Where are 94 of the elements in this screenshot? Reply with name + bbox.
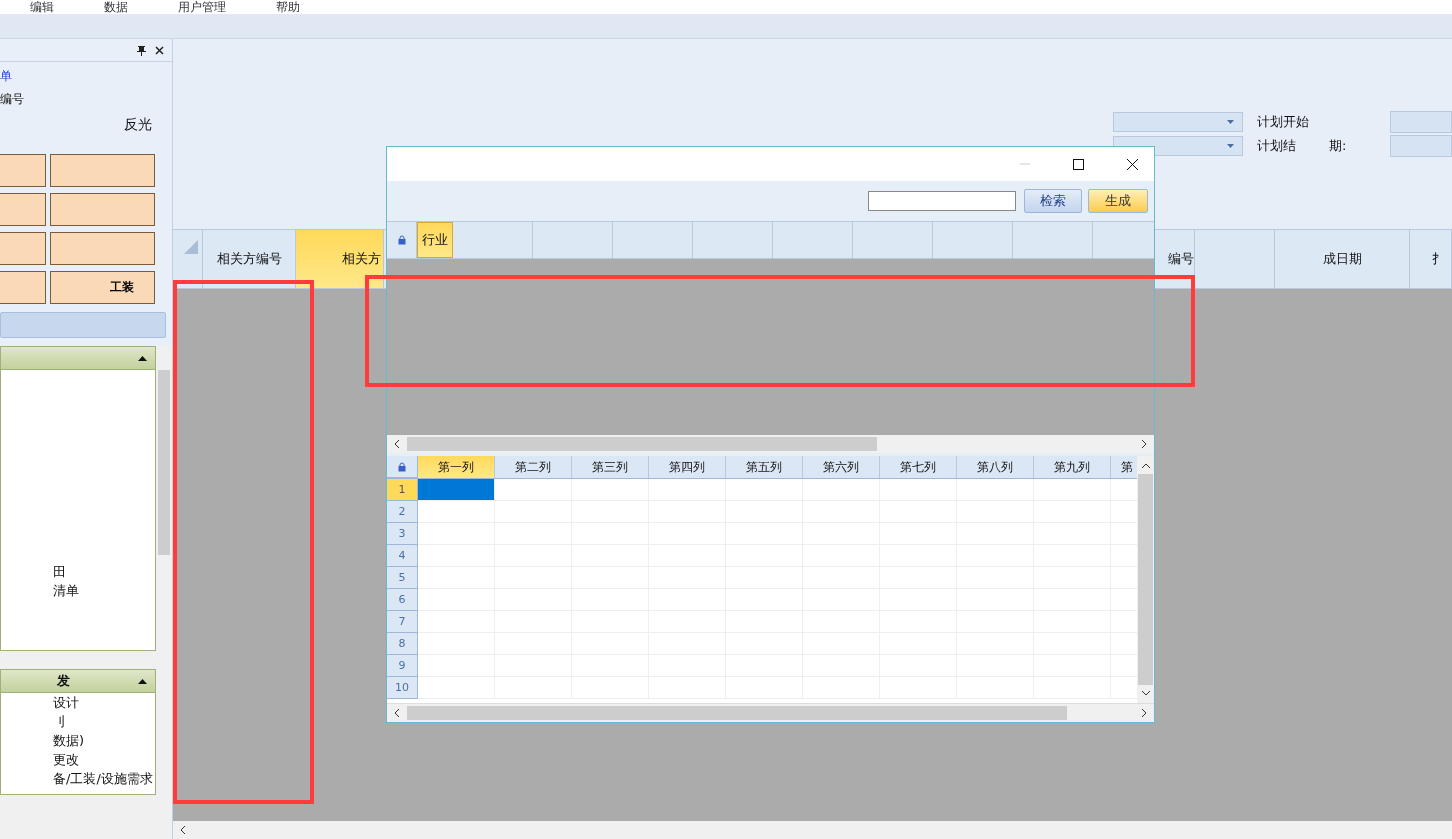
selected-cell[interactable] [418, 479, 495, 501]
field-value: 反光 [124, 116, 152, 134]
row-header[interactable]: 8 [387, 633, 418, 655]
dropdown-icon [1227, 144, 1234, 148]
field-label: 计划开始 [1257, 113, 1309, 131]
scroll-up-icon[interactable] [1141, 462, 1150, 470]
column-header[interactable]: 成日期 [1275, 230, 1410, 288]
table-cell[interactable] [726, 479, 803, 501]
scrollbar[interactable] [173, 821, 1452, 839]
navigation-bar[interactable] [0, 312, 166, 338]
close-icon[interactable] [155, 45, 164, 55]
row-header[interactable]: 2 [387, 501, 418, 523]
table-cell[interactable] [572, 479, 649, 501]
scroll-right-icon[interactable] [1140, 440, 1148, 448]
column-header[interactable]: 行业 [417, 222, 453, 258]
scroll-left-icon[interactable] [393, 709, 401, 717]
section-header[interactable] [0, 346, 156, 370]
tool-button[interactable] [0, 232, 46, 265]
scroll-left-icon[interactable] [393, 440, 401, 448]
table-cell[interactable] [880, 479, 957, 501]
row-header[interactable]: 10 [387, 677, 418, 699]
corner-triangle-icon[interactable] [184, 240, 198, 254]
field-label: 期: [1329, 137, 1347, 155]
column-header[interactable]: 第二列 [495, 456, 572, 478]
scrollbar[interactable] [387, 435, 1154, 453]
table-cell[interactable] [418, 567, 495, 589]
column-header[interactable]: 第一列 [418, 456, 495, 478]
column-header[interactable]: 第四列 [649, 456, 726, 478]
nav-item[interactable]: 数据) [53, 731, 155, 750]
row-header[interactable]: 9 [387, 655, 418, 677]
column-header[interactable]: 第九列 [1034, 456, 1111, 478]
column-header[interactable]: 第八列 [957, 456, 1034, 478]
table-cell[interactable] [649, 479, 726, 501]
scroll-right-icon[interactable] [1140, 709, 1148, 717]
table-cell[interactable] [495, 479, 572, 501]
scrollbar[interactable] [1137, 456, 1154, 703]
nav-item[interactable]: 清单 [53, 581, 155, 600]
table-cell[interactable] [803, 479, 880, 501]
row-header[interactable]: 7 [387, 611, 418, 633]
link[interactable]: 单 [0, 62, 12, 85]
pin-icon[interactable] [137, 44, 146, 56]
menu-item[interactable]: 数据 [104, 0, 128, 14]
table-cell[interactable] [418, 611, 495, 633]
table-cell[interactable] [418, 545, 495, 567]
dropdown-field[interactable] [1113, 112, 1243, 132]
scroll-left-icon[interactable] [179, 826, 187, 834]
search-field[interactable] [868, 191, 1016, 211]
row-header[interactable]: 3 [387, 523, 418, 545]
menu-item[interactable]: 帮助 [276, 0, 300, 14]
nav-item[interactable]: 设计 [53, 693, 155, 712]
tool-button[interactable] [0, 193, 46, 226]
table-cell[interactable] [418, 501, 495, 523]
section-header[interactable]: 发 [0, 669, 156, 693]
column-header[interactable]: 扌 [1410, 230, 1452, 288]
field-label: 编号 [0, 91, 24, 108]
row-header[interactable]: 6 [387, 589, 418, 611]
column-header[interactable]: 第五列 [726, 456, 803, 478]
field-label: 计划结 [1257, 137, 1297, 155]
action-button[interactable]: 检索 [1024, 189, 1082, 213]
tool-button[interactable] [50, 154, 155, 187]
maximize-icon[interactable] [1073, 158, 1084, 170]
date-field[interactable] [1390, 135, 1452, 157]
menu-item[interactable]: 用户管理 [178, 0, 226, 14]
tool-button[interactable] [0, 154, 46, 187]
date-field[interactable] [1390, 111, 1452, 133]
row-header[interactable]: 5 [387, 567, 418, 589]
table-cell[interactable] [418, 655, 495, 677]
action-button[interactable]: 生成 [1088, 189, 1148, 213]
column-header[interactable]: 第七列 [880, 456, 957, 478]
scroll-down-icon[interactable] [1141, 689, 1150, 697]
table-cell[interactable] [495, 501, 572, 523]
nav-item[interactable]: 刂 [53, 712, 155, 731]
menu-item[interactable]: 编辑 [30, 0, 54, 14]
column-header[interactable]: 相关方 [296, 230, 384, 288]
table-cell[interactable] [418, 589, 495, 611]
nav-item[interactable]: 更改 [53, 750, 155, 769]
table-cell[interactable] [418, 633, 495, 655]
dropdown-icon [1227, 120, 1234, 124]
tool-button[interactable]: 工装 [50, 271, 155, 304]
close-icon[interactable] [1127, 158, 1138, 170]
table-cell[interactable] [1034, 479, 1111, 501]
nav-item[interactable]: 田 [53, 562, 155, 581]
row-header[interactable]: 4 [387, 545, 418, 567]
tool-button[interactable] [50, 193, 155, 226]
nav-item[interactable]: 备/工装/设施需求 [53, 769, 155, 788]
row-header[interactable]: 1 [387, 479, 418, 501]
table-cell[interactable] [418, 523, 495, 545]
table-cell[interactable] [957, 479, 1034, 501]
column-header[interactable]: 第三列 [572, 456, 649, 478]
table-cell[interactable] [418, 677, 495, 699]
column-header[interactable]: 第六列 [803, 456, 880, 478]
scrollbar[interactable] [387, 703, 1154, 722]
tool-button[interactable] [50, 232, 155, 265]
tool-button[interactable] [0, 271, 46, 304]
